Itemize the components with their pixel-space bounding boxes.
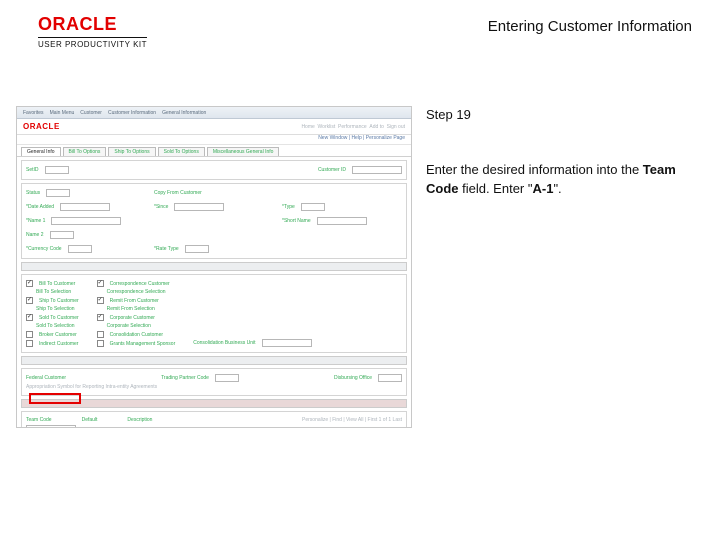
tab-general: General Info xyxy=(21,147,61,156)
app-screenshot: FavoritesMain MenuCustomerCustomer Infor… xyxy=(16,106,412,428)
tab-soldto: Sold To Options xyxy=(158,147,205,156)
instruction-value: A-1 xyxy=(532,181,553,196)
section-customer-bar xyxy=(21,262,407,271)
highlight-box xyxy=(29,393,81,404)
instructions: Step 19 Enter the desired information in… xyxy=(426,106,686,428)
block-fed: Federal CustomerTrading Partner CodeDisb… xyxy=(21,368,407,396)
header: ORACLE USER PRODUCTIVITY KIT Entering Cu… xyxy=(38,14,692,49)
block-id: SetIDCustomer ID xyxy=(21,160,407,180)
section-fedattrs-bar xyxy=(21,356,407,365)
link-row: New Window | Help | Personalize Page xyxy=(17,135,411,145)
brand-subtitle: USER PRODUCTIVITY KIT xyxy=(38,37,147,49)
step-label: Step 19 xyxy=(426,106,686,125)
page: ORACLE USER PRODUCTIVITY KIT Entering Cu… xyxy=(0,0,720,540)
block-main: Status Copy From Customer *Date Added *S… xyxy=(21,183,407,259)
instruction-text: Enter the desired information into the T… xyxy=(426,161,686,199)
content: FavoritesMain MenuCustomerCustomer Infor… xyxy=(16,106,686,428)
brand: ORACLE USER PRODUCTIVITY KIT xyxy=(38,14,147,49)
page-title: Entering Customer Information xyxy=(488,18,692,35)
tab-misc: Miscellaneous General Info xyxy=(207,147,280,156)
instruction-mid: field. Enter " xyxy=(459,181,533,196)
menubar: FavoritesMain MenuCustomerCustomer Infor… xyxy=(17,107,411,119)
block-support: Team CodeDefaultDescriptionPersonalize |… xyxy=(21,411,407,428)
tab-shipto: Ship To Options xyxy=(108,147,155,156)
team-code-input[interactable] xyxy=(26,425,76,428)
instruction-tail: ". xyxy=(553,181,561,196)
tab-billto: Bill To Options xyxy=(63,147,107,156)
app-logo-row: ORACLE Home Worklist Performance Add to … xyxy=(17,119,411,135)
oracle-logo-mini: ORACLE xyxy=(23,122,60,131)
brand-name: ORACLE xyxy=(38,14,147,35)
tabs: General Info Bill To Options Ship To Opt… xyxy=(17,145,411,157)
block-roles: Bill To Customer Bill To Selection Ship … xyxy=(21,274,407,353)
instruction-lead: Enter the desired information into the xyxy=(426,162,643,177)
